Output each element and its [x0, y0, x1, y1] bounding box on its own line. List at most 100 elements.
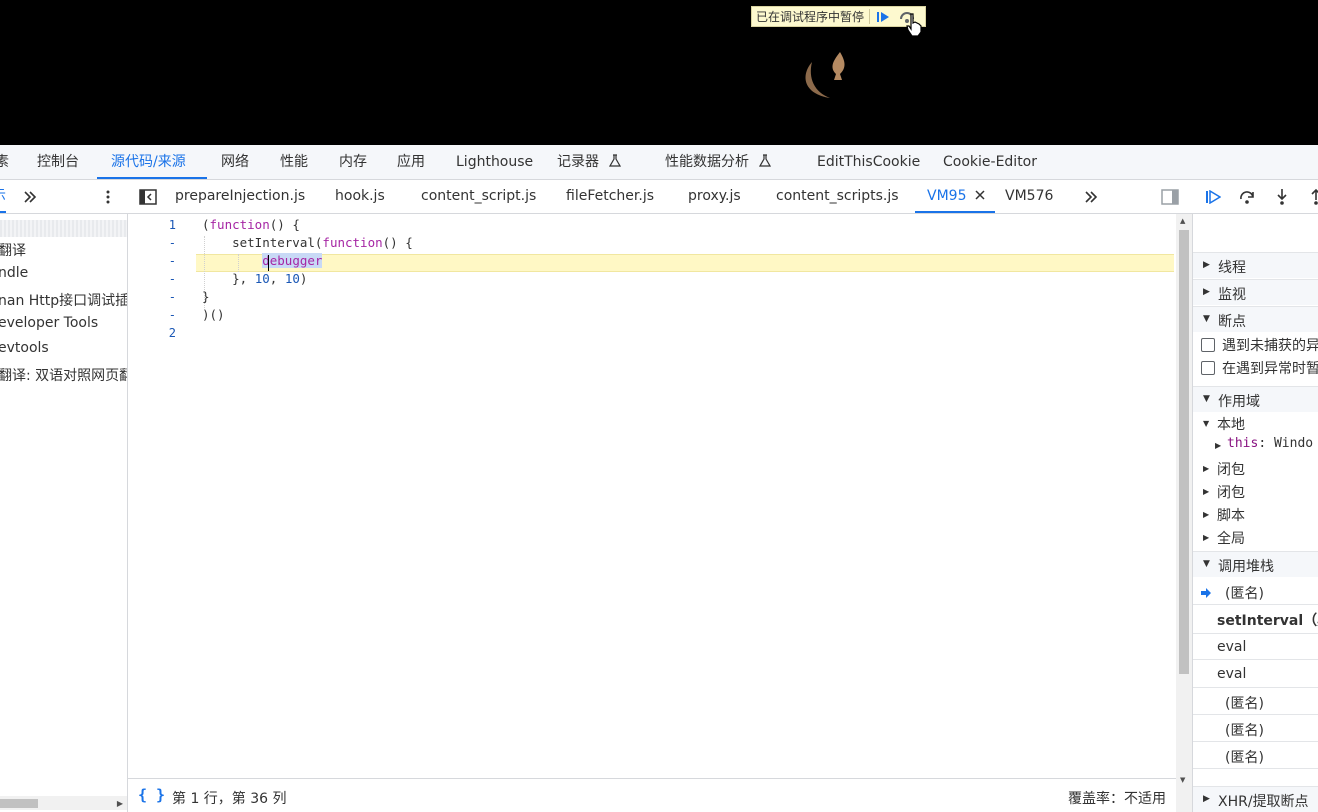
- expanded-triangle-icon: ▼: [1203, 314, 1210, 324]
- scope-script[interactable]: 脚本: [1217, 505, 1245, 525]
- section-scope[interactable]: ▼ 作用域: [1193, 386, 1318, 412]
- collapsed-triangle-icon[interactable]: ▶: [1203, 464, 1209, 473]
- sources-toolbar: 示 prepareInjection.js hook.js content_sc…: [0, 180, 1318, 214]
- tab-cookie-editor[interactable]: Cookie-Editor: [943, 145, 1037, 180]
- toggle-debugger-sidebar-button[interactable]: [1160, 187, 1180, 207]
- file-tabs-overflow-button[interactable]: [1081, 187, 1101, 207]
- collapsed-triangle-icon[interactable]: ▶: [1203, 510, 1209, 519]
- line-number[interactable]: -: [128, 308, 176, 322]
- file-tab-prepareinjection[interactable]: prepareInjection.js: [175, 180, 305, 214]
- step-over-icon: [1240, 191, 1254, 204]
- section-call-stack[interactable]: ▼ 调用堆栈: [1193, 551, 1318, 577]
- flask-icon: [759, 154, 772, 167]
- call-stack-frame[interactable]: (匿名): [1193, 688, 1318, 715]
- step-out-icon: [1311, 188, 1318, 205]
- navigator-item[interactable]: evtools: [0, 340, 49, 356]
- scroll-down-arrow-icon[interactable]: ▼: [1180, 776, 1185, 784]
- double-chevron-right-icon: [1085, 191, 1098, 203]
- tab-editthiscookie[interactable]: EditThisCookie: [817, 145, 920, 180]
- line-number[interactable]: -: [128, 254, 176, 268]
- tab-application[interactable]: 应用: [397, 145, 425, 180]
- code-line-2: setInterval(function() {: [202, 235, 413, 250]
- step-out-button[interactable]: [1306, 187, 1318, 207]
- editor-status-bar: { } 第 1 行，第 36 列 覆盖率：不适用: [128, 778, 1176, 812]
- file-tab-proxy[interactable]: proxy.js: [688, 180, 741, 214]
- call-stack-frame[interactable]: eval: [1193, 633, 1318, 660]
- file-tab-content-scripts[interactable]: content_scripts.js: [776, 180, 899, 214]
- call-stack-frame[interactable]: (匿名): [1193, 578, 1318, 605]
- line-number[interactable]: -: [128, 272, 176, 286]
- scope-closure[interactable]: 闭包: [1217, 459, 1245, 479]
- navigator-item[interactable]: 翻译: 双语对照网页翻: [0, 365, 127, 385]
- code-editor[interactable]: 1 - - - - - 2 (function() { setInterval(…: [128, 214, 1176, 778]
- collapsed-triangle-icon[interactable]: ▶: [1203, 533, 1209, 542]
- navigator-item[interactable]: 翻译: [0, 240, 26, 260]
- inspected-page: 已在调试程序中暂停: [0, 0, 1318, 145]
- tab-sources[interactable]: 源代码/来源: [111, 145, 186, 180]
- scope-global[interactable]: 全局: [1217, 528, 1245, 548]
- tab-performance-insights-label: 性能数据分析: [665, 154, 749, 170]
- tab-network[interactable]: 网络: [221, 145, 249, 180]
- pause-on-uncaught-checkbox[interactable]: [1201, 338, 1215, 352]
- pause-on-uncaught-label[interactable]: 遇到未捕获的异: [1222, 335, 1318, 355]
- step-over-button[interactable]: [1237, 187, 1257, 207]
- scroll-up-arrow-icon[interactable]: ▲: [1180, 217, 1185, 225]
- scroll-right-arrow-icon[interactable]: ▶: [117, 799, 123, 808]
- resume-button[interactable]: [1203, 187, 1223, 207]
- navigator-menu-button[interactable]: [98, 187, 118, 207]
- pause-on-caught-checkbox[interactable]: [1201, 361, 1215, 375]
- tab-memory[interactable]: 内存: [339, 145, 367, 180]
- pretty-print-button[interactable]: { }: [138, 786, 165, 804]
- scrollbar-thumb[interactable]: [0, 799, 38, 808]
- editor-vertical-scrollbar[interactable]: ▲ ▼: [1176, 214, 1192, 812]
- tab-lighthouse[interactable]: Lighthouse: [456, 145, 533, 180]
- devtools-panel: 素 控制台 源代码/来源 网络 性能 内存 应用 Lighthouse 记录器 …: [0, 145, 1318, 812]
- tab-recorder[interactable]: 记录器: [557, 145, 622, 180]
- navigator-tab-page[interactable]: 示: [0, 180, 6, 213]
- file-tab-hook[interactable]: hook.js: [335, 180, 385, 214]
- line-number[interactable]: -: [128, 236, 176, 250]
- file-tab-vm576[interactable]: VM576: [1005, 180, 1053, 214]
- call-stack-frame-label: (匿名): [1225, 723, 1264, 739]
- scrollbar-thumb[interactable]: [1179, 230, 1189, 674]
- navigator-selected-row[interactable]: [0, 220, 127, 237]
- toggle-navigator-button[interactable]: [138, 187, 158, 207]
- navigator-item[interactable]: ndle: [0, 265, 28, 281]
- section-breakpoints[interactable]: ▼ 断点: [1193, 306, 1318, 332]
- close-tab-button[interactable]: [975, 180, 985, 213]
- scope-this-key: this: [1227, 436, 1259, 451]
- banner-resume-button[interactable]: [874, 8, 892, 25]
- expanded-triangle-icon[interactable]: ▼: [1203, 419, 1209, 428]
- navigator-item[interactable]: nan Http接口调试插: [0, 290, 127, 310]
- tab-performance-insights[interactable]: 性能数据分析: [665, 145, 772, 180]
- file-tab-content-script[interactable]: content_script.js: [421, 180, 536, 214]
- navigator-horizontal-scrollbar[interactable]: ▶: [0, 796, 127, 810]
- tab-console[interactable]: 控制台: [37, 145, 79, 180]
- section-watch[interactable]: ▶ 监视: [1193, 279, 1318, 305]
- collapsed-triangle-icon[interactable]: ▶: [1203, 487, 1209, 496]
- call-stack-frame-label: (匿名): [1225, 586, 1264, 602]
- navigator-item[interactable]: eveloper Tools: [0, 315, 98, 331]
- file-tab-filefetcher[interactable]: fileFetcher.js: [566, 180, 654, 214]
- section-xhr-breakpoints-label: XHR/提取断点: [1218, 794, 1309, 810]
- tab-elements[interactable]: 素: [0, 145, 9, 180]
- step-into-button[interactable]: [1272, 187, 1292, 207]
- line-number[interactable]: -: [128, 290, 176, 304]
- line-number[interactable]: 2: [128, 326, 176, 340]
- call-stack-frame[interactable]: (匿名): [1193, 742, 1318, 769]
- scope-this-entry[interactable]: this: Windo: [1227, 436, 1313, 451]
- collapsed-triangle-icon[interactable]: ▶: [1215, 441, 1221, 450]
- call-stack-frame[interactable]: eval: [1193, 661, 1318, 688]
- line-number[interactable]: 1: [128, 218, 176, 232]
- section-xhr-breakpoints[interactable]: ▶ XHR/提取断点: [1193, 786, 1318, 812]
- scope-closure[interactable]: 闭包: [1217, 482, 1245, 502]
- tab-performance[interactable]: 性能: [280, 145, 308, 180]
- file-tab-vm95[interactable]: VM95: [915, 180, 995, 213]
- coverage-status[interactable]: 覆盖率：不适用: [1068, 788, 1166, 808]
- collapsed-triangle-icon: ▶: [1203, 287, 1210, 297]
- scope-local[interactable]: 本地: [1217, 414, 1245, 434]
- call-stack-frame[interactable]: (匿名): [1193, 715, 1318, 742]
- section-threads[interactable]: ▶ 线程: [1193, 252, 1318, 278]
- navigator-more-tabs-button[interactable]: [20, 187, 40, 207]
- pause-on-caught-label[interactable]: 在遇到异常时暂: [1222, 358, 1318, 378]
